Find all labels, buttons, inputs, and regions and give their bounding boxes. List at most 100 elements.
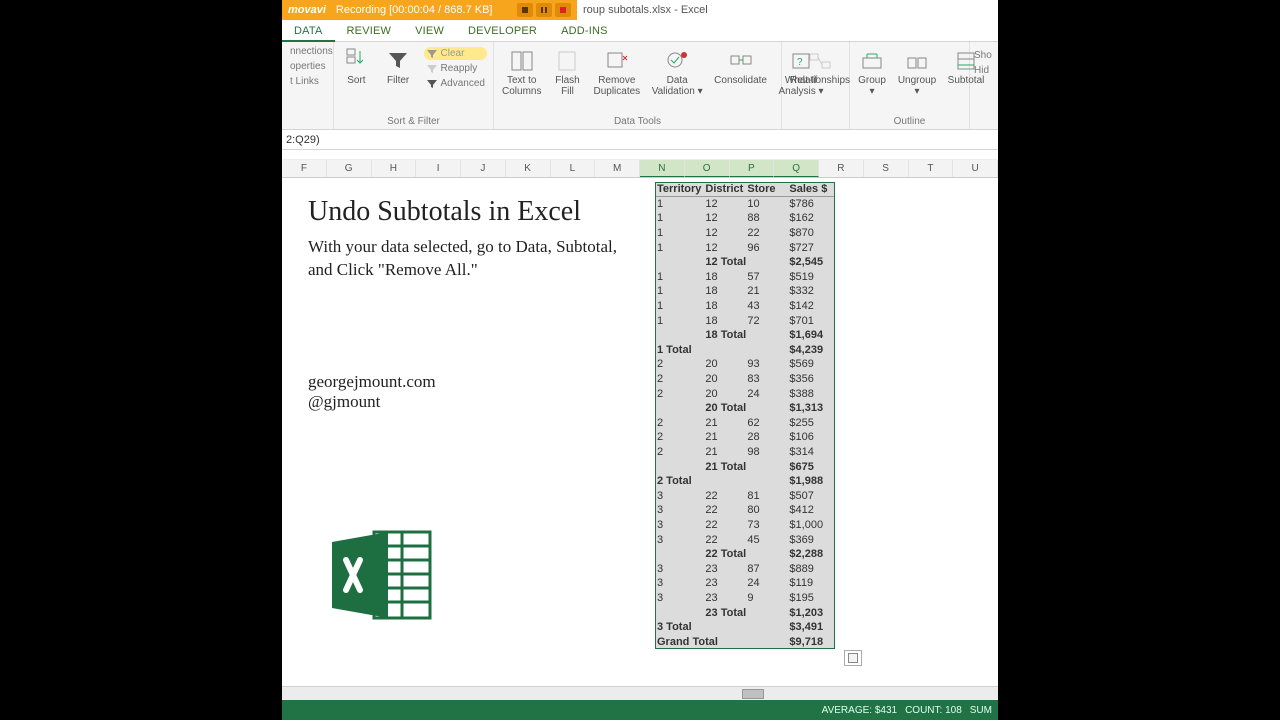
table-row[interactable]: 11210$786 [655, 197, 835, 212]
status-sum: SUM [970, 705, 992, 716]
tab-view[interactable]: VIEW [403, 20, 456, 41]
sort-button[interactable]: Sort [340, 45, 373, 88]
table-row[interactable]: 11843$142 [655, 299, 835, 314]
table-row[interactable]: 11288$162 [655, 211, 835, 226]
recorder-brand: movavi [288, 4, 326, 16]
ribbon-tabs: DATA REVIEW VIEW DEVELOPER ADD-INS [282, 20, 998, 42]
table-header[interactable]: Sales $ [787, 182, 835, 197]
table-row[interactable]: 23 Total$1,203 [655, 605, 835, 620]
table-row[interactable]: 22 Total$2,288 [655, 547, 835, 562]
filter-button[interactable]: Filter [381, 45, 416, 88]
flash-fill-button[interactable]: Flash Fill [551, 45, 583, 99]
table-row[interactable]: 22162$255 [655, 416, 835, 431]
table-row[interactable]: 2 Total$1,988 [655, 474, 835, 489]
ribbon-group-datatools: Text to Columns Flash Fill Remove Duplic… [494, 42, 782, 129]
ribbon-group-label: Data Tools [500, 116, 775, 129]
table-row[interactable]: 3 Total$3,491 [655, 620, 835, 635]
reapply-filter-button[interactable]: Reapply [424, 62, 487, 75]
paste-options-button[interactable] [844, 650, 862, 666]
connections-button[interactable]: nnections [288, 45, 335, 58]
recorder-overlay: movavi Recording [00:00:04 / 868.7 KB] [282, 0, 577, 20]
data-table[interactable]: TerritoryDistrictStoreSales $11210$78611… [655, 182, 835, 649]
tab-data[interactable]: DATA [282, 20, 335, 42]
show-detail-button[interactable]: Sho [972, 49, 994, 62]
properties-button[interactable]: operties [288, 60, 335, 73]
tab-review[interactable]: REVIEW [335, 20, 404, 41]
recorder-snapshot-button[interactable] [517, 3, 533, 17]
advanced-filter-button[interactable]: Advanced [424, 77, 487, 90]
table-row[interactable]: 11821$332 [655, 284, 835, 299]
sort-az-icon [342, 47, 370, 75]
group-button[interactable]: Group ▾ [856, 45, 888, 99]
ribbon-group-sortfilter: Sort Filter Clear Reapply [334, 42, 494, 129]
data-validation-button[interactable]: Data Validation ▾ [650, 45, 704, 99]
clear-filter-button[interactable]: Clear [424, 47, 487, 60]
worksheet[interactable]: Undo Subtotals in Excel With your data s… [282, 168, 998, 694]
ribbon-show-hide: Sho Hid [970, 42, 1000, 129]
consolidate-icon [727, 47, 755, 75]
table-row[interactable]: 20 Total$1,313 [655, 401, 835, 416]
scrollbar-thumb[interactable] [742, 689, 764, 699]
ribbon-group-label: Outline [856, 116, 963, 129]
ribbon-group-outline: Group ▾ Ungroup ▾ Subtotal Outline [850, 42, 970, 129]
text-to-columns-button[interactable]: Text to Columns [500, 45, 543, 99]
table-row[interactable]: 11872$701 [655, 313, 835, 328]
table-row[interactable]: 11222$870 [655, 226, 835, 241]
table-header[interactable]: Store [745, 182, 787, 197]
funnel-clear-icon [426, 49, 438, 59]
relationships-button[interactable]: Relationships [782, 42, 850, 129]
table-row[interactable]: 22024$388 [655, 386, 835, 401]
table-row[interactable]: 22093$569 [655, 357, 835, 372]
remove-duplicates-button[interactable]: Remove Duplicates [591, 45, 642, 99]
title-bar: movavi Recording [00:00:04 / 868.7 KB] r… [282, 0, 998, 20]
recorder-stop-button[interactable] [555, 3, 571, 17]
ungroup-icon [903, 47, 931, 75]
overlay-body: With your data selected, go to Data, Sub… [308, 236, 628, 282]
excel-logo-icon [330, 526, 440, 626]
table-row[interactable]: 12 Total$2,545 [655, 255, 835, 270]
funnel-icon [384, 47, 412, 75]
table-row[interactable]: 18 Total$1,694 [655, 328, 835, 343]
table-row[interactable]: 32245$369 [655, 532, 835, 547]
table-row[interactable]: 21 Total$675 [655, 459, 835, 474]
table-row[interactable]: Grand Total$9,718 [655, 634, 835, 649]
table-row[interactable]: 32280$412 [655, 503, 835, 518]
table-row[interactable]: 32273$1,000 [655, 518, 835, 533]
table-header[interactable]: Territory [655, 182, 703, 197]
hide-detail-button[interactable]: Hid [972, 64, 994, 77]
table-row[interactable]: 3239$195 [655, 591, 835, 606]
table-header[interactable]: District [703, 182, 745, 197]
overlay-text: Undo Subtotals in Excel With your data s… [308, 196, 628, 412]
table-row[interactable]: 22198$314 [655, 445, 835, 460]
consolidate-button[interactable]: Consolidate [712, 45, 769, 88]
formula-bar[interactable]: 2:Q29) [282, 130, 998, 150]
table-row[interactable]: 11296$727 [655, 240, 835, 255]
table-row[interactable]: 32281$507 [655, 488, 835, 503]
table-row[interactable]: 11857$519 [655, 270, 835, 285]
ungroup-button[interactable]: Ungroup ▾ [896, 45, 938, 99]
recorder-status: Recording [00:00:04 / 868.7 KB] [336, 4, 493, 16]
text-to-columns-icon [508, 47, 536, 75]
table-row[interactable]: 22128$106 [655, 430, 835, 445]
group-icon [858, 47, 886, 75]
horizontal-scrollbar[interactable] [282, 686, 998, 700]
status-average: AVERAGE: $431 [822, 705, 897, 716]
edit-links-button[interactable]: t Links [288, 75, 335, 88]
remove-duplicates-icon [603, 47, 631, 75]
ribbon: nnections operties t Links Sort [282, 42, 998, 130]
overlay-site: georgejmount.com @gjmount [308, 372, 628, 412]
tab-developer[interactable]: DEVELOPER [456, 20, 549, 41]
formula-text: 2:Q29) [286, 134, 320, 146]
overlay-title: Undo Subtotals in Excel [308, 196, 628, 228]
status-bar: AVERAGE: $431 COUNT: 108 SUM [282, 700, 998, 720]
table-row[interactable]: 32324$119 [655, 576, 835, 591]
data-validation-icon [663, 47, 691, 75]
tab-addins[interactable]: ADD-INS [549, 20, 620, 41]
table-row[interactable]: 32387$889 [655, 561, 835, 576]
recorder-pause-button[interactable] [536, 3, 552, 17]
flash-fill-icon [553, 47, 581, 75]
relationships-icon [806, 47, 834, 75]
table-row[interactable]: 22083$356 [655, 372, 835, 387]
funnel-reapply-icon [426, 64, 438, 74]
table-row[interactable]: 1 Total$4,239 [655, 343, 835, 358]
